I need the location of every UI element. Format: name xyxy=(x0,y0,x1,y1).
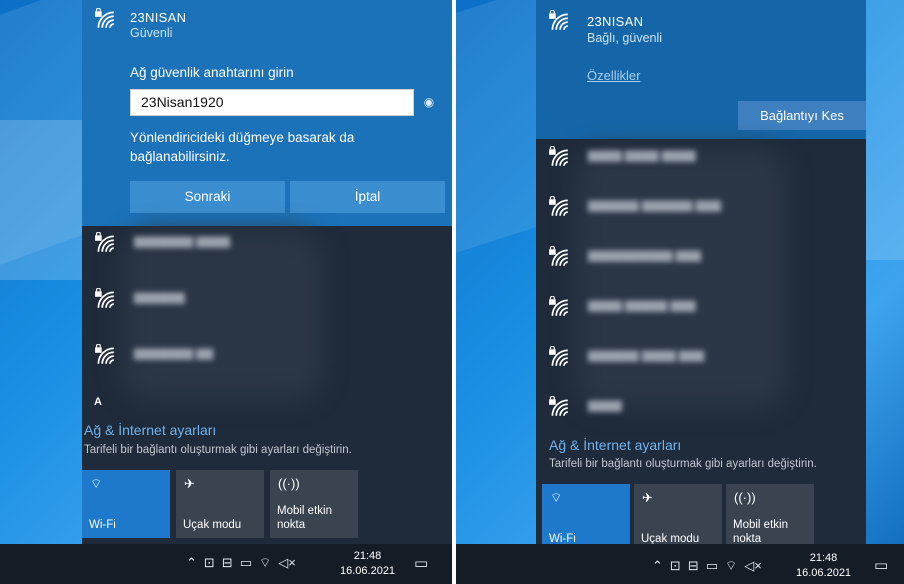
security-key-prompt: Ağ güvenlik anahtarını girin xyxy=(130,65,294,80)
network-list-item[interactable]: ▇▇▇▇▇▇▇▇▇▇ ▇▇▇ xyxy=(536,240,866,288)
wifi-icon: ⌔ xyxy=(550,490,563,505)
wps-hint: Yönlendiricideki düğmeye basarak da bağl… xyxy=(130,130,355,164)
blurred-network-name: ▇▇▇▇▇▇▇ ▇▇ xyxy=(134,348,214,360)
wifi-tile[interactable]: ⌔ Wi-Fi xyxy=(82,470,170,538)
airplane-mode-tile[interactable]: ✈ Uçak modu xyxy=(176,470,264,538)
airplane-mode-tile[interactable]: ✈ Uçak modu xyxy=(634,484,722,552)
wifi-tile[interactable]: ⌔ Wi-Fi xyxy=(542,484,630,552)
network-settings-description: Tarifeli bir bağlantı oluşturmak gibi ay… xyxy=(84,444,352,456)
tile-label: Uçak modu xyxy=(183,519,242,531)
network-settings-description: Tarifeli bir bağlantı oluşturmak gibi ay… xyxy=(549,458,817,470)
network-status: Güvenli xyxy=(130,26,173,40)
network-list-item-partial[interactable]: A xyxy=(82,392,452,406)
network-icon[interactable]: ⊟ xyxy=(222,555,233,571)
network-list-item[interactable]: ▇▇▇▇▇▇ xyxy=(82,282,452,330)
clock[interactable]: 21:48 16.06.2021 xyxy=(796,551,851,581)
chevron-up-icon[interactable]: ⌃ xyxy=(652,558,663,574)
taskbar: ⌃ ⊡ ⊟ ▭ ⌔ ◁× 21:48 16.06.2021 ▭ xyxy=(0,544,452,584)
network-list-item[interactable]: ▇▇▇▇▇▇▇ ▇▇▇▇ xyxy=(82,226,452,274)
clock-time: 21:48 xyxy=(353,550,382,562)
right-screenshot: 23NISAN Bağlı, güvenli Özellikler Bağlan… xyxy=(456,0,904,584)
active-network-card[interactable]: 23NISAN Güvenli Ağ güvenlik anahtarını g… xyxy=(82,0,452,226)
tile-label: Wi-Fi xyxy=(89,519,116,531)
network-list-item[interactable]: ▇▇▇▇ xyxy=(536,390,866,438)
network-list-item[interactable]: ▇▇▇▇▇▇▇ ▇▇ xyxy=(82,338,452,386)
network-list-item[interactable]: ▇▇▇▇ ▇▇▇▇▇ ▇▇▇ xyxy=(536,290,866,338)
people-icon[interactable]: ⊡ xyxy=(204,555,215,571)
wifi-secured-icon xyxy=(94,232,116,254)
network-name: 23NISAN xyxy=(130,10,187,25)
volume-muted-icon[interactable]: ◁× xyxy=(744,558,762,574)
tile-label: Mobil etkin nokta xyxy=(277,505,332,531)
wifi-secured-icon xyxy=(94,344,116,366)
blurred-network-name: ▇▇▇▇▇▇ ▇▇▇▇▇▇ ▇▇▇ xyxy=(588,200,722,212)
people-icon[interactable]: ⊡ xyxy=(670,558,681,574)
notification-center-icon[interactable]: ▭ xyxy=(874,556,888,574)
wifi-secured-icon xyxy=(94,8,116,30)
network-icon[interactable]: ⊟ xyxy=(688,558,699,574)
security-key-input[interactable]: 23Nisan1920 xyxy=(130,89,414,116)
network-settings-link[interactable]: Ağ & İnternet ayarları xyxy=(84,422,216,438)
clock-date: 16.06.2021 xyxy=(796,567,852,579)
blurred-network-name: ▇▇▇▇▇▇▇ ▇▇▇▇ xyxy=(134,236,231,248)
network-list-item[interactable]: ▇▇▇▇▇▇ ▇▇▇▇▇▇ ▇▇▇ xyxy=(536,190,866,238)
hotspot-icon: ((·)) xyxy=(734,490,756,505)
tile-label: Mobil etkin nokta xyxy=(733,519,788,545)
wifi-secured-icon xyxy=(548,346,570,368)
wifi-secured-icon xyxy=(548,296,570,318)
wifi-icon: ⌔ xyxy=(90,476,103,491)
network-list-item[interactable]: ▇▇▇▇ ▇▇▇▇ ▇▇▇▇ xyxy=(536,140,866,188)
taskbar: ⌃ ⊡ ⊟ ▭ ⌔ ◁× 21:48 16.06.2021 ▭ xyxy=(456,544,904,584)
blurred-network-name: ▇▇▇▇ ▇▇▇▇▇ ▇▇▇ xyxy=(588,300,696,312)
network-settings-link[interactable]: Ağ & İnternet ayarları xyxy=(549,437,681,453)
left-screenshot: 23NISAN Güvenli Ağ güvenlik anahtarını g… xyxy=(0,0,452,584)
wifi-secured-icon xyxy=(548,196,570,218)
wifi-secured-icon xyxy=(94,288,116,310)
mobile-hotspot-tile[interactable]: ((·)) Mobil etkin nokta xyxy=(270,470,358,538)
clock[interactable]: 21:48 16.06.2021 xyxy=(340,549,395,579)
partial-row-label: A xyxy=(94,396,102,406)
wifi-icon[interactable]: ⌔ xyxy=(725,558,737,574)
clock-time: 21:48 xyxy=(809,552,838,564)
blurred-network-name: ▇▇▇▇▇▇▇▇▇▇ ▇▇▇ xyxy=(588,250,702,262)
mobile-hotspot-tile[interactable]: ((·)) Mobil etkin nokta xyxy=(726,484,814,552)
blurred-network-name: ▇▇▇▇ xyxy=(588,400,622,412)
clock-date: 16.06.2021 xyxy=(340,565,396,577)
network-status: Bağlı, güvenli xyxy=(587,31,663,45)
system-tray: ⌃ ⊡ ⊟ ▭ ⌔ ◁× xyxy=(652,558,769,574)
next-button[interactable]: Sonraki xyxy=(130,181,285,213)
system-tray: ⌃ ⊡ ⊟ ▭ ⌔ ◁× xyxy=(186,555,303,571)
active-network-card[interactable]: 23NISAN Bağlı, güvenli Özellikler Bağlan… xyxy=(536,0,866,139)
cancel-button[interactable]: İptal xyxy=(290,181,445,213)
hotspot-icon: ((·)) xyxy=(278,476,300,491)
battery-icon[interactable]: ▭ xyxy=(240,555,252,571)
blurred-network-name: ▇▇▇▇▇▇ xyxy=(134,292,185,304)
network-flyout: 23NISAN Güvenli Ağ güvenlik anahtarını g… xyxy=(82,0,452,544)
airplane-icon: ✈ xyxy=(642,490,653,505)
wifi-secured-icon xyxy=(548,246,570,268)
wifi-secured-icon xyxy=(548,396,570,418)
notification-center-icon[interactable]: ▭ xyxy=(414,554,428,572)
volume-muted-icon[interactable]: ◁× xyxy=(278,555,296,571)
network-flyout: 23NISAN Bağlı, güvenli Özellikler Bağlan… xyxy=(536,0,866,552)
network-name: 23NISAN xyxy=(587,14,644,29)
wifi-secured-icon xyxy=(548,146,570,168)
network-list-item[interactable]: ▇▇▇▇▇▇ ▇▇▇▇ ▇▇▇ xyxy=(536,340,866,388)
wifi-icon[interactable]: ⌔ xyxy=(259,555,271,571)
airplane-icon: ✈ xyxy=(184,476,195,491)
blurred-network-name: ▇▇▇▇▇▇ ▇▇▇▇ ▇▇▇ xyxy=(588,350,705,362)
eye-icon: ◉ xyxy=(423,95,435,109)
properties-link[interactable]: Özellikler xyxy=(587,68,640,83)
wifi-secured-icon xyxy=(548,10,570,32)
battery-icon[interactable]: ▭ xyxy=(706,558,718,574)
blurred-network-name: ▇▇▇▇ ▇▇▇▇ ▇▇▇▇ xyxy=(588,150,696,162)
disconnect-button[interactable]: Bağlantıyı Kes xyxy=(738,101,866,130)
reveal-password-button[interactable]: ◉ xyxy=(414,89,444,116)
chevron-up-icon[interactable]: ⌃ xyxy=(186,555,197,571)
